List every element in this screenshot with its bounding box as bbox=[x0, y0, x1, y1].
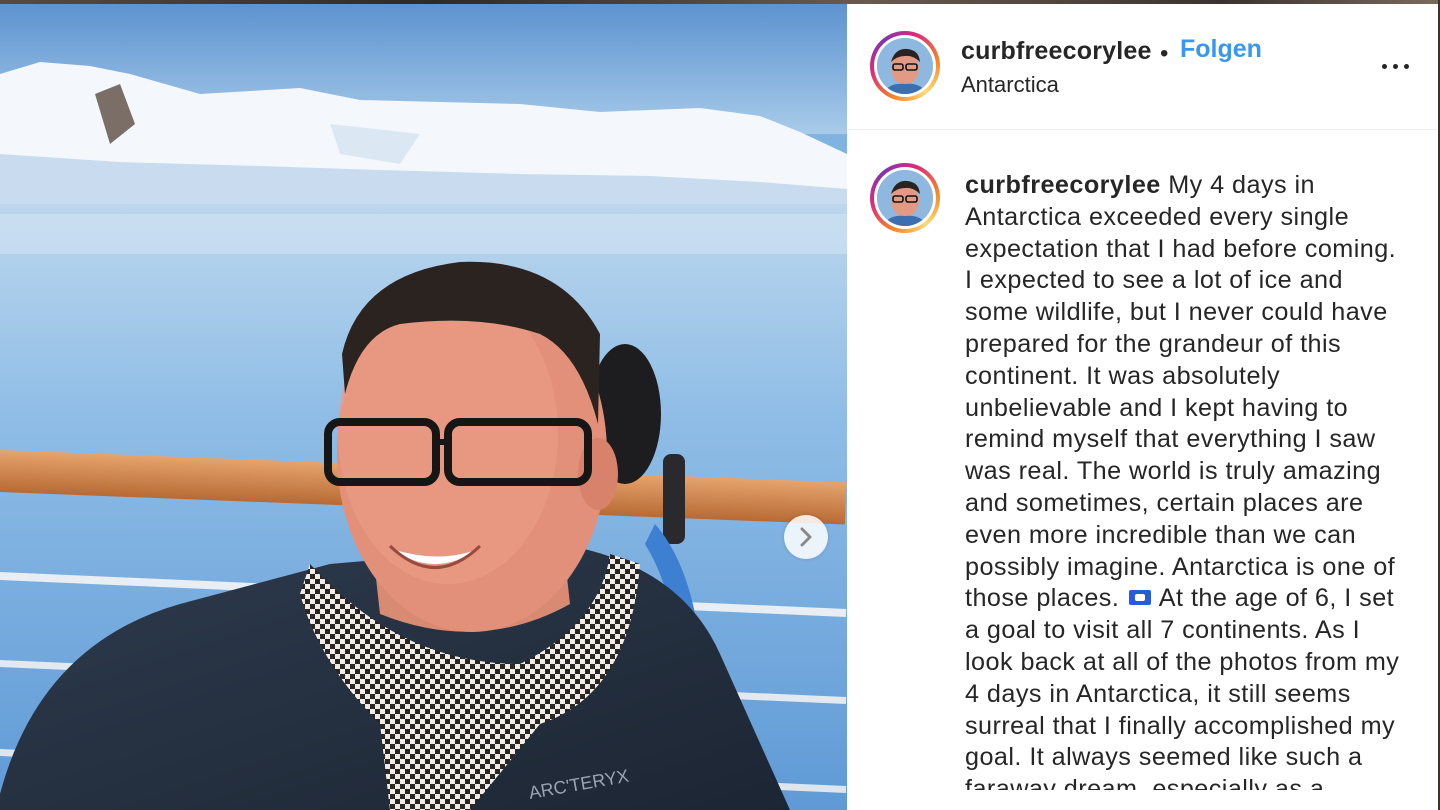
post-side-panel: curbfreecorylee • Folgen Antarctica curb… bbox=[847, 4, 1438, 810]
header-username[interactable]: curbfreecorylee bbox=[961, 37, 1152, 66]
caption-username[interactable]: curbfreecorylee bbox=[965, 171, 1161, 199]
follow-button[interactable]: Folgen bbox=[1180, 35, 1262, 64]
post-photo[interactable]: ARC'TERYX bbox=[0, 4, 847, 810]
caption-text-part2: At the age of 6, I set a goal to visit a… bbox=[965, 584, 1400, 790]
next-photo-button[interactable] bbox=[784, 515, 828, 559]
more-options-icon[interactable] bbox=[1381, 52, 1411, 78]
post-header: curbfreecorylee • Folgen Antarctica bbox=[847, 4, 1438, 130]
profile-picture bbox=[877, 38, 933, 94]
avatar[interactable] bbox=[870, 31, 940, 101]
post-location[interactable]: Antarctica bbox=[961, 72, 1059, 98]
caption-avatar[interactable] bbox=[870, 163, 940, 233]
chevron-right-icon bbox=[800, 527, 812, 547]
caption-text-part1: My 4 days in Antarctica exceeded every s… bbox=[965, 171, 1397, 613]
profile-picture bbox=[877, 170, 933, 226]
separator-dot: • bbox=[1160, 40, 1169, 67]
post-caption: curbfreecorylee My 4 days in Antarctica … bbox=[965, 170, 1405, 790]
antarctica-selfie-image: ARC'TERYX bbox=[0, 4, 847, 810]
flag-icon bbox=[1128, 590, 1151, 606]
caption-container: curbfreecorylee My 4 days in Antarctica … bbox=[965, 170, 1405, 790]
